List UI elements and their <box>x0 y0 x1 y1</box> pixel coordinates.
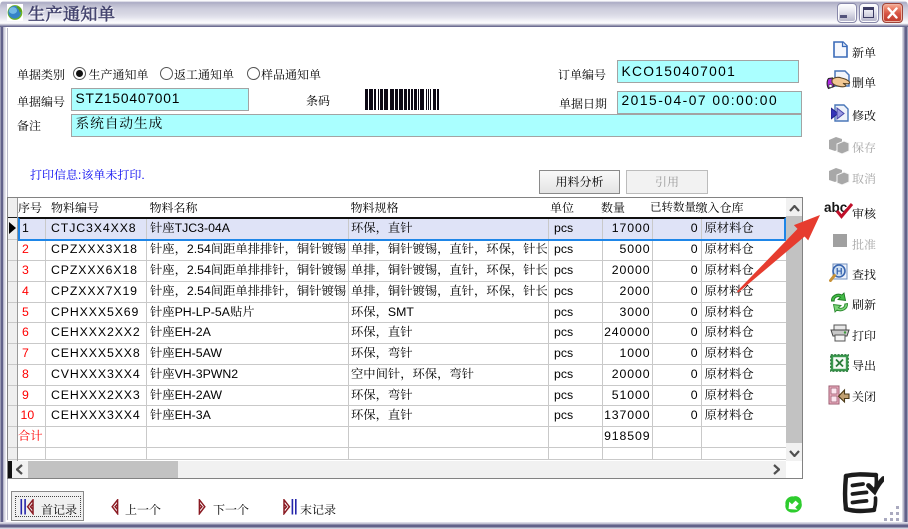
svg-text:H: H <box>836 267 843 277</box>
